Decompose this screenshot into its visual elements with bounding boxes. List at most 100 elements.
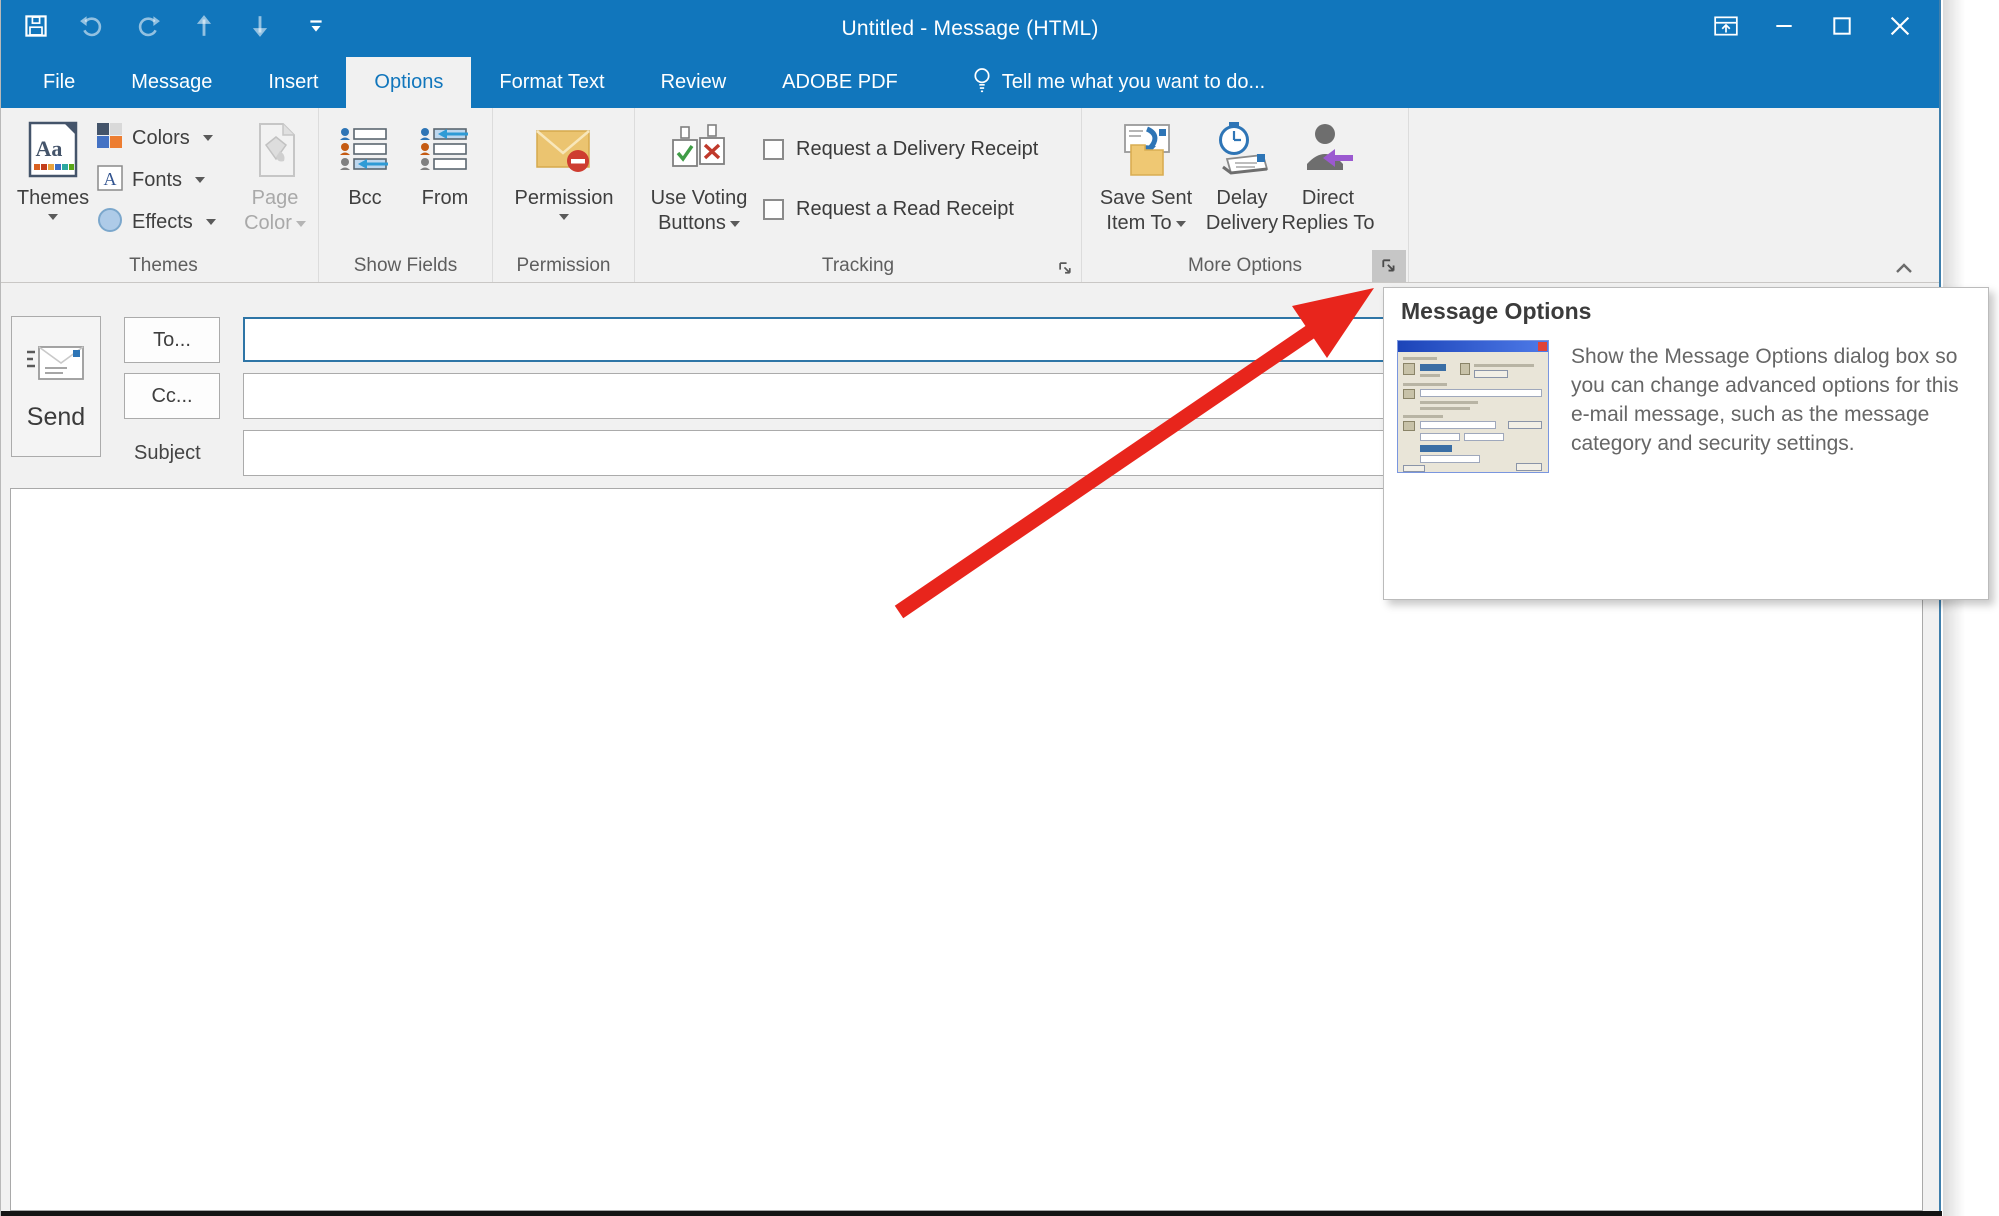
subject-label: Subject (134, 430, 201, 476)
direct-replies-label-line2: Replies To (1281, 211, 1374, 236)
window-controls (1697, 0, 1929, 57)
direct-replies-icon (1301, 114, 1355, 186)
from-icon (420, 114, 470, 186)
dropdown-arrow-icon (1176, 221, 1186, 227)
colors-label: Colors (132, 127, 190, 150)
send-button[interactable]: Send (11, 316, 101, 457)
save-sent-label-line2: Item To (1106, 211, 1185, 236)
themes-icon: Aa (26, 114, 80, 186)
red-annotation-arrow (849, 268, 1429, 638)
tab-format-text[interactable]: Format Text (471, 57, 632, 108)
save-sent-item-icon (1117, 114, 1175, 186)
ribbon-display-options-button[interactable] (1697, 0, 1755, 57)
tab-file[interactable]: File (15, 57, 103, 108)
tab-adobe-pdf[interactable]: ADOBE PDF (754, 57, 926, 108)
maximize-button[interactable] (1813, 0, 1871, 57)
close-button[interactable] (1871, 0, 1929, 57)
delay-delivery-icon (1213, 114, 1271, 186)
read-receipt-label: Request a Read Receipt (796, 198, 1014, 221)
title-bar: Untitled - Message (HTML) (1, 0, 1939, 57)
direct-replies-to-button[interactable]: Direct Replies To (1280, 114, 1376, 236)
ribbon-tab-bar: File Message Insert Options Format Text … (1, 57, 1939, 108)
group-more-options: Save Sent Item To (1082, 108, 1409, 282)
request-delivery-receipt-option[interactable]: Request a Delivery Receipt (763, 138, 1038, 161)
cc-button[interactable]: Cc... (124, 373, 220, 419)
svg-text:Aa: Aa (36, 136, 63, 161)
to-button[interactable]: To... (124, 317, 220, 363)
permission-icon (534, 114, 594, 186)
close-icon (1888, 14, 1912, 43)
page-color-button[interactable]: Page Color (237, 114, 313, 236)
delivery-receipt-checkbox[interactable] (763, 139, 784, 160)
page-color-icon (250, 114, 300, 186)
group-show-fields: Bcc From (319, 108, 493, 282)
bcc-icon (340, 114, 390, 186)
themes-group-label: Themes (9, 255, 318, 277)
delay-label-line1: Delay (1216, 186, 1267, 211)
group-themes: Aa Themes Colors A (9, 108, 319, 282)
chevron-up-icon (1894, 262, 1914, 275)
lightbulb-icon (972, 66, 992, 100)
read-receipt-checkbox[interactable] (763, 199, 784, 220)
dropdown-arrow-icon (195, 177, 205, 183)
tab-insert[interactable]: Insert (240, 57, 346, 108)
group-permission: Permission Permission (493, 108, 635, 282)
delivery-receipt-label: Request a Delivery Receipt (796, 138, 1038, 161)
tab-message[interactable]: Message (103, 57, 240, 108)
minimize-button[interactable] (1755, 0, 1813, 57)
tell-me-box[interactable]: Tell me what you want to do... (954, 57, 1283, 108)
voting-label-line1: Use Voting (651, 186, 748, 211)
effects-button[interactable]: Effects (97, 205, 216, 239)
request-read-receipt-option[interactable]: Request a Read Receipt (763, 198, 1014, 221)
save-sent-item-to-button[interactable]: Save Sent Item To (1094, 114, 1198, 236)
page-color-label-line2: Color (244, 211, 306, 236)
from-label: From (422, 186, 469, 211)
tab-review[interactable]: Review (633, 57, 755, 108)
maximize-icon (1831, 15, 1853, 42)
svg-text:A: A (104, 169, 117, 189)
save-sent-label-line1: Save Sent (1100, 186, 1192, 211)
dropdown-arrow-icon (296, 221, 306, 227)
dropdown-arrow-icon (48, 214, 58, 220)
fonts-button[interactable]: A Fonts (97, 163, 205, 197)
dropdown-arrow-icon (203, 135, 213, 141)
effects-icon (97, 207, 123, 238)
delay-delivery-button[interactable]: Delay Delivery (1202, 114, 1282, 236)
show-fields-group-label: Show Fields (319, 255, 492, 277)
bottom-edge-bar (1, 1211, 1942, 1216)
ribbon-display-options-icon (1713, 14, 1739, 43)
voting-buttons-icon (670, 114, 728, 186)
group-tracking: Use Voting Buttons Request a Delivery Re… (635, 108, 1082, 282)
page-color-label-line1: Page (252, 186, 299, 211)
outlook-message-window: Untitled - Message (HTML) (0, 0, 1999, 1216)
fonts-label: Fonts (132, 169, 182, 192)
ribbon: Aa Themes Colors A (1, 108, 1939, 283)
direct-replies-label-line1: Direct (1302, 186, 1354, 211)
window-title: Untitled - Message (HTML) (1, 0, 1939, 57)
delay-label-line2: Delivery (1206, 211, 1278, 236)
screentip-description: Show the Message Options dialog box so y… (1571, 342, 1976, 458)
fonts-icon: A (97, 165, 123, 196)
screentip-title: Message Options (1401, 298, 1591, 325)
voting-label-line2: Buttons (658, 211, 740, 236)
tab-options[interactable]: Options (346, 57, 471, 108)
bcc-button[interactable]: Bcc (333, 114, 397, 211)
window-shadow (1943, 0, 1965, 1216)
tell-me-label: Tell me what you want to do... (1002, 71, 1265, 94)
permission-label: Permission (515, 186, 614, 211)
dropdown-arrow-icon (730, 221, 740, 227)
from-button[interactable]: From (411, 114, 479, 211)
bcc-label: Bcc (348, 186, 381, 211)
themes-button[interactable]: Aa Themes (17, 114, 89, 220)
send-label: Send (27, 403, 85, 432)
colors-icon (97, 123, 123, 154)
colors-button[interactable]: Colors (97, 121, 213, 155)
dropdown-arrow-icon (206, 219, 216, 225)
dropdown-arrow-icon (559, 214, 569, 220)
collapse-ribbon-button[interactable] (1891, 257, 1917, 279)
message-options-screentip: Message Options Show the (1383, 287, 1989, 600)
use-voting-buttons-button[interactable]: Use Voting Buttons (647, 114, 751, 236)
minimize-icon (1773, 15, 1795, 42)
themes-label: Themes (17, 186, 89, 211)
permission-button[interactable]: Permission (508, 114, 620, 220)
